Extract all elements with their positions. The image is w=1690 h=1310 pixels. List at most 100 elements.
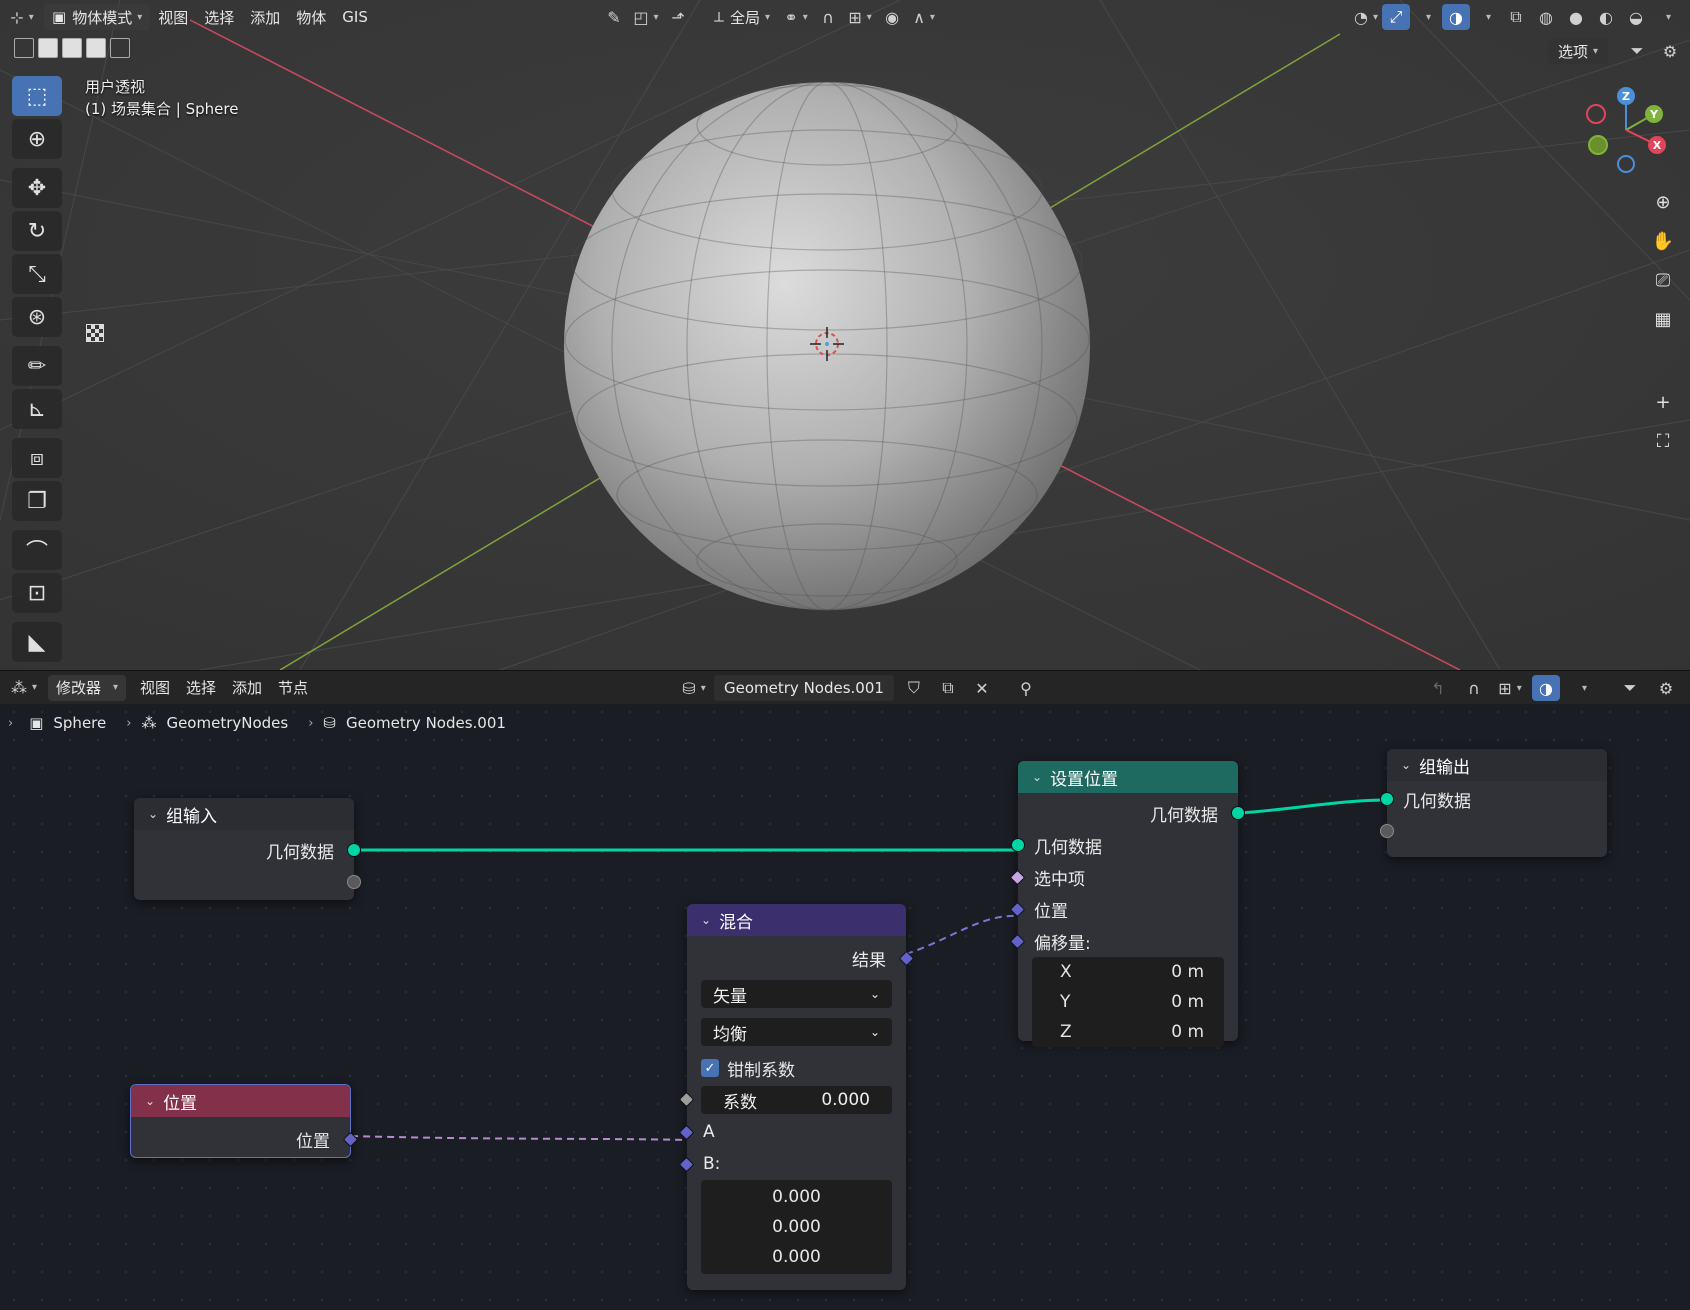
mix-node[interactable]: ⌄ 混合 结果 矢量 ⌄ 均衡 ⌄ ✓ 钳制系数 系数 0.000 A B: 0…	[678, 904, 915, 1290]
snap-increment-icon[interactable]: ⊞ ▾	[846, 4, 874, 30]
zoom-icon[interactable]: ⊕	[1647, 186, 1679, 218]
overlay-toggle-icon[interactable]: ◑	[1442, 4, 1470, 30]
position-node[interactable]: ⌄ 位置 位置	[130, 1084, 359, 1158]
rotate-icon[interactable]: ↻	[12, 211, 62, 251]
data-type-dropdown[interactable]: 矢量 ⌄	[701, 980, 892, 1008]
empty-input-socket[interactable]	[1380, 824, 1394, 838]
3d-cursor-icon	[810, 327, 844, 361]
frame-selected-icon[interactable]: ⛶	[1647, 425, 1679, 457]
navigation-gizmo[interactable]: Z Y X	[1578, 82, 1678, 182]
transform-orientation-dropdown[interactable]: ⟂ 全局 ▾	[706, 4, 778, 30]
checker-icon[interactable]	[86, 324, 104, 342]
overlay-dropdown-icon[interactable]: ▾	[1472, 4, 1500, 30]
geometry-output-socket[interactable]	[347, 843, 361, 857]
shading-solid-icon[interactable]: ●	[1562, 4, 1590, 30]
offset-vector-field[interactable]: X 0 m Y 0 m Z 0 m	[1032, 957, 1224, 1047]
menu-select[interactable]: 选择	[196, 4, 242, 30]
shading-wireframe-icon[interactable]: ◍	[1532, 4, 1560, 30]
b-vector-field[interactable]: 0.000 0.000 0.000	[701, 1180, 892, 1274]
chevron-down-icon[interactable]: ⌄	[1032, 770, 1042, 784]
clamp-factor-checkbox[interactable]: ✓ 钳制系数	[701, 1052, 892, 1084]
b-y-value[interactable]: 0.000	[701, 1212, 892, 1242]
menu-gis[interactable]: GIS	[334, 4, 376, 30]
select-intersect-icon[interactable]	[110, 38, 130, 58]
select-extend-icon[interactable]	[38, 38, 58, 58]
perspective-grid-icon[interactable]: ▦	[1647, 303, 1679, 335]
set-position-node[interactable]: ⌄ 设置位置 几何数据 几何数据 选中项 位置 偏移量: X 0 m Y 0 m…	[1009, 761, 1245, 1047]
factor-field[interactable]: 系数 0.000	[701, 1086, 892, 1114]
group-output-node[interactable]: ⌄ 组输出 几何数据	[1380, 749, 1607, 857]
group-output-geometry-socket[interactable]	[1380, 792, 1394, 806]
node-editor[interactable]: ⁂ ▾ 修改器 ▾ 视图 选择 添加 节点 ⛁ ▾ Geometry Nodes.00…	[0, 670, 1690, 1310]
chevron-down-icon[interactable]: ⌄	[148, 807, 158, 821]
select-subtract-icon[interactable]	[62, 38, 82, 58]
snap-mode-icon[interactable]: ◰ ▾	[632, 4, 660, 30]
checkmark-icon[interactable]: ✓	[701, 1059, 719, 1077]
cursor-icon[interactable]: ⊕	[12, 119, 62, 159]
menu-view[interactable]: 视图	[150, 4, 196, 30]
select-invert-icon[interactable]	[86, 38, 106, 58]
chevron-down-icon[interactable]: ⌄	[145, 1094, 155, 1108]
falloff-icon[interactable]: ∧ ▾	[910, 4, 938, 30]
filter-icon[interactable]: ⏷	[1623, 38, 1651, 64]
b-label: B:	[703, 1154, 721, 1174]
gear-icon[interactable]: ⚙	[1656, 38, 1684, 64]
gizmo-dropdown-icon[interactable]: ▾	[1412, 4, 1440, 30]
pan-hand-icon[interactable]: ✋	[1647, 225, 1679, 257]
shading-dropdown-icon[interactable]: ▾	[1652, 4, 1680, 30]
offset-y-row[interactable]: Y 0 m	[1032, 987, 1224, 1017]
add-cube-icon[interactable]: ⧈	[12, 438, 62, 478]
shrink-icon[interactable]: ⊡	[12, 573, 62, 613]
add-object-icon[interactable]: ❐	[12, 481, 62, 521]
3d-viewport[interactable]: ⊹ ▾ ▣ 物体模式 ▾ 视图 选择 添加 物体 GIS ✎ ◰ ▾ ⬏ ⟂ 全局 ▾ …	[0, 0, 1690, 670]
select-new-icon[interactable]	[14, 38, 34, 58]
shading-material-icon[interactable]: ◐	[1592, 4, 1620, 30]
scale-icon[interactable]: ⤡	[12, 254, 62, 294]
offset-x-row[interactable]: X 0 m	[1032, 957, 1224, 987]
editor-type-icon[interactable]: ⊹ ▾	[8, 4, 36, 30]
position-header[interactable]: ⌄ 位置	[131, 1085, 350, 1117]
b-x-value[interactable]: 0.000	[701, 1182, 892, 1212]
snap-magnet-icon[interactable]: ∩	[814, 4, 842, 30]
select-box-icon[interactable]: ⬚	[12, 76, 62, 116]
xray-icon[interactable]: ⧉	[1502, 4, 1530, 30]
b-z-value[interactable]: 0.000	[701, 1242, 892, 1272]
options-button[interactable]: 选项 ▾	[1548, 38, 1609, 64]
set-position-geometry-output-socket[interactable]	[1231, 806, 1245, 820]
chevron-down-icon[interactable]: ⌄	[701, 913, 711, 927]
group-input-node[interactable]: ⌄ 组输入 几何数据	[134, 798, 361, 900]
offset-z-value: 0 m	[1171, 1022, 1204, 1042]
shading-rendered-icon[interactable]: ◒	[1622, 4, 1650, 30]
chevron-down-icon[interactable]: ⌄	[1401, 758, 1411, 772]
link-mix-to-position	[905, 914, 1019, 955]
mode-dropdown[interactable]: ▣ 物体模式 ▾	[44, 4, 151, 30]
add-icon[interactable]: +	[1647, 386, 1679, 418]
menu-object[interactable]: 物体	[288, 4, 334, 30]
group-input-header[interactable]: ⌄ 组输入	[134, 798, 354, 830]
camera-view-icon[interactable]: ⎚	[1647, 264, 1679, 296]
pivot-icon[interactable]: ⚭ ▾	[782, 4, 810, 30]
group-output-header[interactable]: ⌄ 组输出	[1387, 749, 1607, 781]
empty-output-socket[interactable]	[347, 875, 361, 889]
mix-header[interactable]: ⌄ 混合	[687, 904, 906, 936]
gizmo-toggle-icon[interactable]: ⤢	[1382, 4, 1410, 30]
knife-icon[interactable]: ◣	[12, 622, 62, 662]
gizmo-y-label: Y	[1649, 108, 1659, 121]
offset-z-axis: Z	[1060, 1022, 1072, 1042]
visibility-icon[interactable]: ◔ ▾	[1352, 4, 1380, 30]
eyedropper-icon[interactable]: ✎	[600, 4, 628, 30]
proportional-edit-icon[interactable]: ◉	[878, 4, 906, 30]
mix-mode-dropdown[interactable]: 均衡 ⌄	[701, 1018, 892, 1046]
set-position-geometry-input-socket[interactable]	[1011, 838, 1025, 852]
menu-add[interactable]: 添加	[242, 4, 288, 30]
cursor-tool-icon[interactable]: ⬏	[664, 4, 692, 30]
move-icon[interactable]: ✥	[12, 168, 62, 208]
set-position-header[interactable]: ⌄ 设置位置	[1018, 761, 1238, 793]
measure-icon[interactable]: ⊾	[12, 389, 62, 429]
mix-title: 混合	[719, 912, 754, 933]
axis-icon: ⟂	[714, 8, 725, 26]
offset-z-row[interactable]: Z 0 m	[1032, 1017, 1224, 1047]
annotate-icon[interactable]: ✏	[12, 346, 62, 386]
bend-icon[interactable]: ⌒	[12, 530, 62, 570]
transform-icon[interactable]: ⊛	[12, 297, 62, 337]
